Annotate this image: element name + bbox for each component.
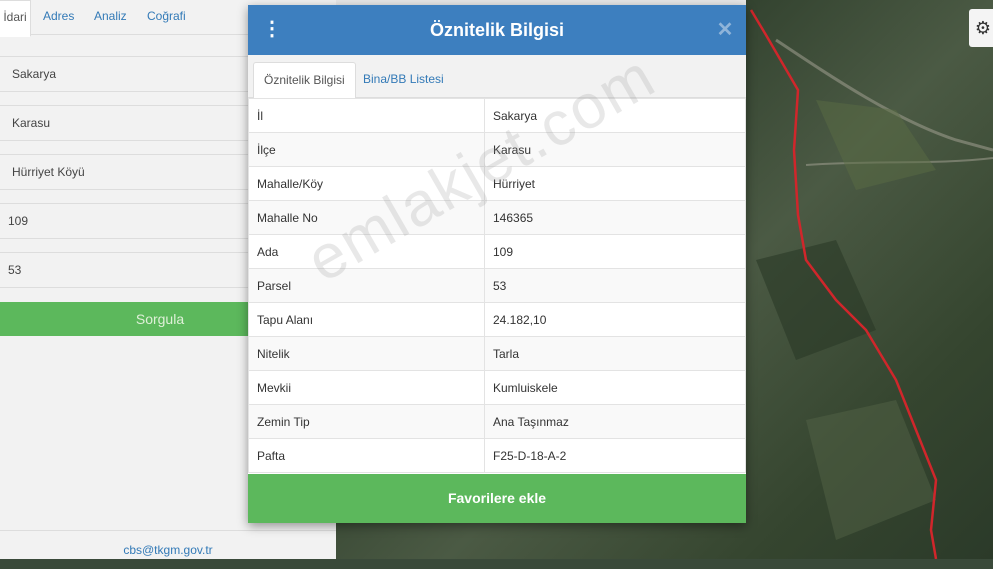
row-key: Mevkii bbox=[248, 370, 485, 405]
table-row: Mevkii Kumluiskele bbox=[248, 370, 746, 405]
attribute-table-body: İl Sakarya İlçe Karasu Mahalle/Köy Hürriyet… bbox=[248, 98, 746, 473]
row-value: 109 bbox=[484, 234, 746, 269]
table-row: Mahalle No 146365 bbox=[248, 200, 746, 235]
dialog-tabs: Öznitelik Bilgisi Bina/BB Listesi bbox=[248, 55, 746, 99]
tab-idari[interactable]: İdari bbox=[0, 0, 31, 37]
tab-oznitelik-bilgisi[interactable]: Öznitelik Bilgisi bbox=[253, 62, 356, 99]
row-value: Hürriyet bbox=[484, 166, 746, 201]
row-value: 53 bbox=[484, 268, 746, 303]
close-icon[interactable]: ✕ bbox=[716, 19, 734, 41]
add-favorite-button[interactable]: Favorilere ekle bbox=[248, 474, 746, 523]
il-select[interactable]: Sakarya bbox=[0, 56, 290, 92]
footer-email-link[interactable]: cbs@tkgm.gov.tr bbox=[0, 530, 336, 560]
tab-cografi[interactable]: Coğrafi bbox=[147, 0, 186, 34]
row-key: Parsel bbox=[248, 268, 485, 303]
row-key: Nitelik bbox=[248, 336, 485, 371]
table-row: Zemin Tip Ana Taşınmaz bbox=[248, 404, 746, 439]
row-value: 146365 bbox=[484, 200, 746, 235]
table-row: İlçe Karasu bbox=[248, 132, 746, 167]
gear-icon: ⚙ bbox=[974, 18, 991, 38]
field-patch bbox=[806, 400, 936, 540]
row-key: Zemin Tip bbox=[248, 404, 485, 439]
row-value: Kumluiskele bbox=[484, 370, 746, 405]
table-row: Tapu Alanı 24.182,10 bbox=[248, 302, 746, 337]
row-value: Ana Taşınmaz bbox=[484, 404, 746, 439]
attribute-dialog: Öznitelik Bilgisi ⋮ ✕ Öznitelik Bilgisi … bbox=[248, 5, 746, 523]
row-key: Mahalle No bbox=[248, 200, 485, 235]
mahalle-select[interactable]: Hürriyet Köyü bbox=[0, 154, 290, 190]
tab-bina-bb-listesi[interactable]: Bina/BB Listesi bbox=[353, 62, 454, 97]
table-row: Parsel 53 bbox=[248, 268, 746, 303]
table-row: Nitelik Tarla bbox=[248, 336, 746, 371]
ada-input[interactable]: 109 bbox=[0, 203, 290, 239]
attribute-table: İl Sakarya İlçe Karasu Mahalle/Köy Hürriyet… bbox=[248, 98, 746, 473]
table-row: Ada 109 bbox=[248, 234, 746, 269]
row-value: Karasu bbox=[484, 132, 746, 167]
table-row: Pafta F25-D-18-A-2 bbox=[248, 438, 746, 473]
row-value: Tarla bbox=[484, 336, 746, 371]
row-key: Mahalle/Köy bbox=[248, 166, 485, 201]
row-value: Sakarya bbox=[484, 98, 746, 133]
row-key: Pafta bbox=[248, 438, 485, 473]
row-value: F25-D-18-A-2 bbox=[484, 438, 746, 473]
row-key: Tapu Alanı bbox=[248, 302, 485, 337]
dialog-title: Öznitelik Bilgisi bbox=[429, 20, 565, 40]
parsel-input[interactable]: 53 bbox=[0, 252, 290, 288]
ilce-select[interactable]: Karasu bbox=[0, 105, 290, 141]
tab-adres[interactable]: Adres bbox=[43, 0, 74, 34]
field-patch bbox=[816, 100, 936, 190]
forest-patch bbox=[756, 240, 876, 360]
dialog-header: Öznitelik Bilgisi ⋮ ✕ bbox=[248, 5, 746, 55]
kebab-menu-icon[interactable]: ⋮ bbox=[262, 18, 282, 42]
tab-analiz[interactable]: Analiz bbox=[94, 0, 127, 34]
row-value: 24.182,10 bbox=[484, 302, 746, 337]
row-key: İlçe bbox=[248, 132, 485, 167]
table-row: İl Sakarya bbox=[248, 98, 746, 133]
row-key: Ada bbox=[248, 234, 485, 269]
settings-button[interactable]: ⚙ bbox=[969, 9, 993, 47]
row-key: İl bbox=[248, 98, 485, 133]
table-row: Mahalle/Köy Hürriyet bbox=[248, 166, 746, 201]
